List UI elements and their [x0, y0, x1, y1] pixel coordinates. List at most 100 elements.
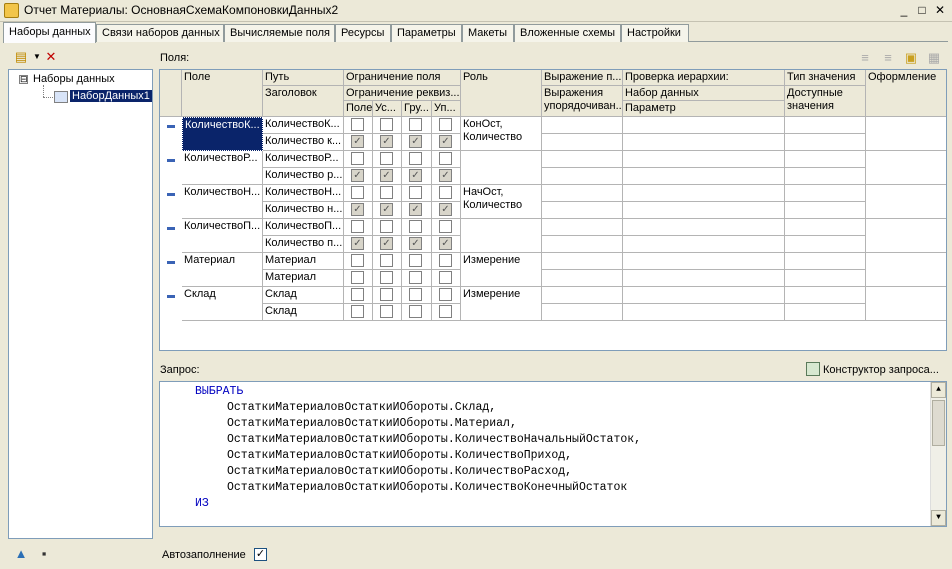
restriction-checkbox[interactable] [351, 220, 364, 233]
restriction-checkbox[interactable]: ✓ [351, 169, 364, 182]
grid-cell[interactable] [542, 253, 623, 270]
col-title[interactable]: Заголовок [263, 86, 344, 117]
grid-cell[interactable] [866, 219, 946, 253]
tree-collapse-icon[interactable]: ⊟ [19, 75, 28, 84]
cell-role[interactable]: КонОст, Количество [461, 117, 542, 151]
restriction-checkbox[interactable] [409, 288, 422, 301]
grid-cell[interactable] [623, 168, 785, 185]
cell-field[interactable]: Материал [182, 253, 263, 287]
grid-cell[interactable] [866, 253, 946, 287]
restriction-checkbox[interactable] [439, 254, 452, 267]
col-field[interactable]: Поле [182, 70, 263, 117]
restriction-checkbox[interactable] [380, 254, 393, 267]
grid-cell[interactable] [785, 236, 866, 253]
grid-cell[interactable] [542, 151, 623, 168]
datasets-tree[interactable]: ⊟ Наборы данных НаборДанных1 [8, 69, 153, 539]
restriction-checkbox[interactable] [409, 254, 422, 267]
restriction-checkbox[interactable] [439, 288, 452, 301]
restriction-checkbox[interactable] [439, 271, 452, 284]
restriction-checkbox[interactable] [380, 220, 393, 233]
restriction-checkbox[interactable] [409, 220, 422, 233]
cell-field[interactable]: КоличествоН... [182, 185, 263, 219]
col-sub-order[interactable]: Уп... [432, 101, 461, 117]
fields-grid[interactable]: Поле Путь Заголовок Ограничение поля Огр… [159, 69, 947, 351]
restriction-checkbox[interactable]: ✓ [351, 135, 364, 148]
grid-cell[interactable] [623, 134, 785, 151]
toolbar-icon-4[interactable]: ▦ [925, 49, 943, 67]
cell-role[interactable]: НачОст, Количество [461, 185, 542, 219]
toolbar-icon-3[interactable]: ▣ [902, 49, 920, 67]
col-path[interactable]: Путь [263, 70, 344, 86]
cell-title[interactable]: Количество н... [263, 202, 344, 219]
tab-parameters[interactable]: Параметры [391, 24, 462, 42]
scroll-up-icon[interactable]: ▲ [931, 382, 946, 398]
grid-cell[interactable] [623, 287, 785, 304]
col-hierarchy-param[interactable]: Параметр [623, 101, 785, 117]
grid-cell[interactable] [623, 236, 785, 253]
restriction-checkbox[interactable] [409, 152, 422, 165]
col-format[interactable]: Оформление [866, 70, 946, 117]
restriction-checkbox[interactable]: ✓ [380, 237, 393, 250]
grid-cell[interactable] [542, 287, 623, 304]
cell-title[interactable]: Количество р... [263, 168, 344, 185]
col-sub-cond[interactable]: Ус... [373, 101, 402, 117]
col-field-restriction[interactable]: Ограничение поля [344, 70, 461, 86]
grid-cell[interactable] [866, 287, 946, 321]
tab-datasets[interactable]: Наборы данных [3, 22, 96, 43]
restriction-checkbox[interactable]: ✓ [409, 237, 422, 250]
cell-title[interactable]: Склад [263, 304, 344, 321]
cell-field[interactable]: Склад [182, 287, 263, 321]
delete-dataset-icon[interactable]: ✕ [42, 48, 60, 66]
grid-cell[interactable] [623, 219, 785, 236]
maximize-button[interactable]: □ [914, 3, 930, 18]
restriction-checkbox[interactable] [409, 271, 422, 284]
restriction-checkbox[interactable]: ✓ [351, 203, 364, 216]
minimize-button[interactable]: _ [896, 3, 912, 18]
tree-item-dataset1[interactable]: НаборДанных1 [70, 90, 152, 102]
grid-cell[interactable] [785, 253, 866, 270]
restriction-checkbox[interactable]: ✓ [351, 237, 364, 250]
restriction-checkbox[interactable] [439, 186, 452, 199]
restriction-checkbox[interactable] [380, 288, 393, 301]
restriction-checkbox[interactable] [439, 118, 452, 131]
col-order-expression[interactable]: Выражения упорядочиван... [542, 86, 623, 117]
col-available-values[interactable]: Доступные значения [785, 86, 866, 117]
restriction-checkbox[interactable] [351, 271, 364, 284]
grid-cell[interactable] [785, 287, 866, 304]
restriction-checkbox[interactable]: ✓ [380, 169, 393, 182]
col-attr-restriction[interactable]: Ограничение реквиз... [344, 86, 461, 101]
grid-cell[interactable] [542, 117, 623, 134]
restriction-checkbox[interactable] [351, 288, 364, 301]
restriction-checkbox[interactable] [439, 152, 452, 165]
restriction-checkbox[interactable]: ✓ [409, 203, 422, 216]
tab-dataset-links[interactable]: Связи наборов данных [96, 24, 224, 42]
tab-calculated-fields[interactable]: Вычисляемые поля [224, 24, 335, 42]
tab-templates[interactable]: Макеты [462, 24, 514, 42]
cell-path[interactable]: КоличествоН... [263, 185, 344, 202]
restriction-checkbox[interactable] [380, 271, 393, 284]
cell-path[interactable]: КоличествоК... [263, 117, 344, 134]
restriction-checkbox[interactable] [380, 118, 393, 131]
grid-cell[interactable] [785, 168, 866, 185]
restriction-checkbox[interactable]: ✓ [439, 169, 452, 182]
col-expression[interactable]: Выражение п... [542, 70, 623, 86]
grid-cell[interactable] [542, 219, 623, 236]
restriction-checkbox[interactable] [351, 186, 364, 199]
toolbar-icon-1[interactable]: ≡ [856, 49, 874, 67]
cell-path[interactable]: Склад [263, 287, 344, 304]
cell-title[interactable]: Количество п... [263, 236, 344, 253]
scroll-thumb[interactable] [932, 400, 945, 446]
grid-cell[interactable] [542, 185, 623, 202]
restriction-checkbox[interactable] [351, 254, 364, 267]
grid-cell[interactable] [785, 134, 866, 151]
restriction-checkbox[interactable] [351, 152, 364, 165]
grid-cell[interactable] [623, 270, 785, 287]
restriction-checkbox[interactable] [439, 305, 452, 318]
query-editor[interactable]: ВЫБРАТЬ ОстаткиМатериаловОстаткиИОбороты.… [159, 381, 947, 527]
grid-cell[interactable] [623, 202, 785, 219]
grid-cell[interactable] [623, 304, 785, 321]
grid-cell[interactable] [623, 117, 785, 134]
scroll-down-icon[interactable]: ▼ [931, 510, 946, 526]
cell-path[interactable]: КоличествоП... [263, 219, 344, 236]
grid-cell[interactable] [785, 185, 866, 202]
